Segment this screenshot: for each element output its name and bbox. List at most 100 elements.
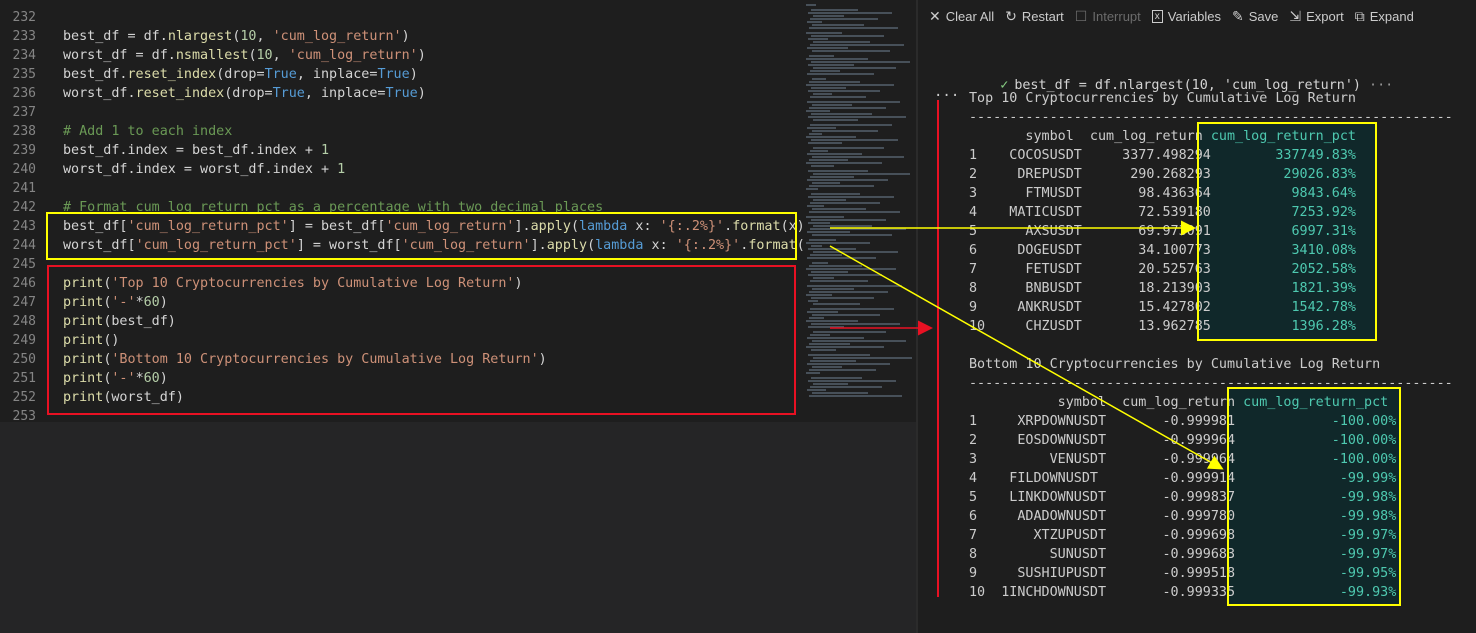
minimap-line (807, 47, 848, 49)
interactive-toolbar: ✕ Clear All ↻ Restart ☐ Interrupt x Variable… (918, 0, 1476, 32)
save-button[interactable]: ✎ Save (1232, 8, 1278, 25)
minimap-line (809, 133, 822, 135)
minimap-line (810, 124, 892, 126)
code-line[interactable]: worst_df = df.nsmallest(10, 'cum_log_ret… (63, 46, 803, 65)
line-number: 232 (12, 10, 36, 25)
clear-all-button[interactable]: ✕ Clear All (929, 8, 994, 25)
code-line[interactable]: best_df.index = best_df.index + 1 (63, 141, 803, 160)
row-values: 5 AXSUSDT 69.973091 (969, 224, 1219, 239)
minimap-line (812, 104, 852, 106)
line-number-gutter: 232 233 234 235 236 237 238 239 240 241 242 243 244 2… (0, 8, 44, 426)
minimap-line (810, 202, 880, 204)
code-token: True (377, 67, 410, 82)
minimap-line (807, 363, 890, 365)
row-values: 4 FILDOWNUSDT -0.999914 (969, 471, 1244, 486)
code-token: nsmallest (175, 48, 249, 63)
minimap-line (807, 389, 826, 391)
interrupt-button[interactable]: ☐ Interrupt (1075, 8, 1141, 25)
minimap-line (811, 349, 836, 351)
restart-icon: ↻ (1005, 7, 1017, 24)
variables-button[interactable]: x Variables (1151, 9, 1221, 24)
minimap-line (809, 343, 850, 345)
code-line[interactable]: best_df.reset_index(drop=True, inplace=T… (63, 65, 803, 84)
minimap-line (810, 386, 882, 388)
minimap-line (809, 395, 902, 397)
minimap-line (808, 222, 830, 224)
close-icon: ✕ (929, 7, 941, 24)
minimap-line (808, 380, 896, 382)
minimap-line (811, 323, 900, 325)
minimap-line (806, 162, 882, 164)
line-number: 237 (12, 105, 36, 120)
line-number: 238 (12, 124, 36, 139)
minimap-line (810, 176, 854, 178)
row-values: 6 ADADOWNUSDT -0.999780 (969, 509, 1244, 524)
interactive-window-panel: ✕ Clear All ↻ Restart ☐ Interrupt x Variable… (918, 0, 1476, 633)
expand-button[interactable]: ⧉ Expand (1355, 8, 1414, 25)
expand-icon: ⧉ (1354, 7, 1365, 24)
minimap-line (810, 308, 894, 310)
minimap-line (810, 18, 878, 20)
minimap-line (808, 326, 844, 328)
minimap-line (806, 136, 856, 138)
minimap-line (813, 199, 846, 201)
minimap-line (811, 61, 910, 63)
code-token: True (385, 86, 418, 101)
code-token: , (256, 29, 273, 44)
row-values: 2 EOSDOWNUSDT -0.999964 (969, 433, 1244, 448)
minimap-line (810, 44, 904, 46)
minimap-line (812, 392, 868, 394)
minimap-line (811, 139, 898, 141)
line-number: 234 (12, 48, 36, 63)
row-values: 10 CHZUSDT 13.962785 (969, 319, 1219, 334)
minimap-line (808, 38, 828, 40)
code-editor[interactable]: 232 233 234 235 236 237 238 239 240 241 242 243 244 2… (0, 0, 916, 424)
code-token: , inplace= (296, 67, 378, 82)
code-line[interactable] (63, 103, 803, 122)
line-number: 241 (12, 181, 36, 196)
code-token: ) (417, 86, 426, 101)
line-number: 233 (12, 29, 36, 44)
export-button[interactable]: ⇲ Export (1289, 8, 1343, 25)
minimap-line (809, 369, 876, 371)
minimap-line (809, 291, 888, 293)
line-number: 236 (12, 86, 36, 101)
code-line[interactable]: worst_df.reset_index(drop=True, inplace=… (63, 84, 803, 103)
code-token: 1 (337, 162, 346, 177)
minimap-line (807, 179, 888, 181)
row-values: 5 LINKDOWNUSDT -0.999837 (969, 490, 1244, 505)
minimap-line (813, 383, 848, 385)
minimap-line (813, 277, 834, 279)
minimap-line (808, 354, 870, 356)
minimap-line (807, 311, 838, 313)
code-line[interactable]: # Add 1 to each index (63, 122, 803, 141)
code-token: nlargest (167, 29, 233, 44)
editor-empty-area (0, 422, 916, 633)
row-values: 2 DREPUSDT 290.268293 (969, 167, 1219, 182)
code-token: worst_df.index = worst_df.index + (63, 162, 338, 177)
red-highlight-box-print-lines (47, 265, 796, 415)
row-values: 8 BNBUSDT 18.213903 (969, 281, 1219, 296)
minimap-line (808, 12, 892, 14)
code-token: # Add 1 to each index (63, 124, 233, 139)
code-line[interactable]: worst_df.index = worst_df.index + 1 (63, 160, 803, 179)
code-token: ) (409, 67, 418, 82)
line-number: 243 (12, 219, 36, 234)
code-line[interactable] (63, 179, 803, 198)
minimap-line (809, 265, 862, 267)
minimap-line (808, 170, 868, 172)
code-token: worst_df. (63, 86, 136, 101)
cell-input-summary[interactable]: ✓ best_df = df.nlargest(10, 'cum_log_retu… (968, 56, 1393, 93)
bottom-title: Bottom 10 Cryptocurrencies by Cumulative… (969, 357, 1381, 372)
code-line[interactable] (63, 8, 803, 27)
minimap-line (811, 35, 884, 37)
code-token: best_df = df. (63, 29, 168, 44)
minimap-line (812, 234, 892, 236)
code-line[interactable]: best_df = df.nlargest(10, 'cum_log_retur… (63, 27, 803, 46)
minimap-line (812, 78, 826, 80)
minimap-line (806, 320, 858, 322)
code-token: worst_df = df. (63, 48, 176, 63)
editor-minimap[interactable] (800, 0, 912, 422)
restart-button[interactable]: ↻ Restart (1005, 8, 1064, 25)
minimap-line (810, 96, 866, 98)
